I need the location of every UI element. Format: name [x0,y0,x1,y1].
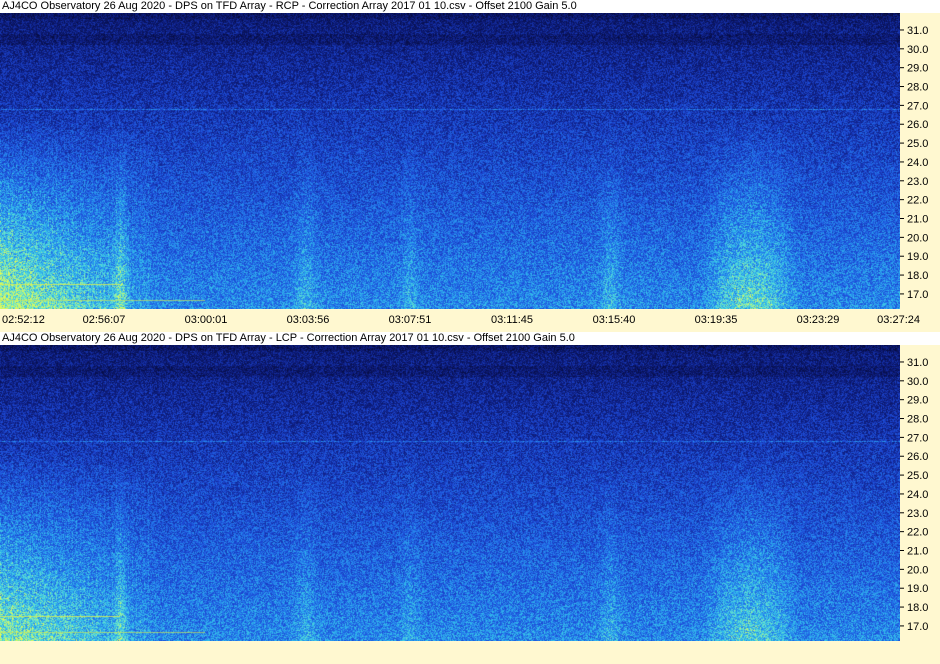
freq-tick-label: 20.0 [907,564,928,576]
freq-tick-label: 28.0 [907,414,928,426]
freq-tick-label: 20.0 [907,232,928,244]
time-tick-label: 03:07:51 [388,314,432,326]
time-tick-label: 03:27:24 [877,314,920,326]
freq-tick-label: 25.0 [907,138,928,150]
time-tick-label: 03:23:29 [796,314,840,326]
freq-tick-label: 27.0 [907,432,928,444]
freq-tick-label: 29.0 [907,395,928,407]
lcp-spectrogram [0,345,900,641]
freq-tick-label: 26.0 [907,119,928,131]
freq-tick-label: 21.0 [907,214,928,226]
freq-tick-label: 18.0 [907,270,928,282]
time-tick-label: 03:11:45 [490,314,534,326]
freq-tick-label: 31.0 [907,357,928,369]
lcp-frequency-axis: 31.0 30.0 29.0 28.0 27.0 26.0 25.0 24.0 23.0 22.0… [900,345,940,641]
time-tick-label: 02:52:12 [2,314,45,326]
bottom-strip [0,642,940,664]
freq-tick-label: 17.0 [907,289,928,301]
freq-tick-label: 17.0 [907,621,928,633]
freq-tick-label: 30.0 [907,44,928,56]
time-tick-label: 03:15:40 [592,314,636,326]
freq-tick-label: 31.0 [907,25,928,37]
freq-tick-label: 22.0 [907,527,928,539]
freq-tick-label: 23.0 [907,176,928,188]
freq-tick-label: 19.0 [907,583,928,595]
freq-tick-label: 18.0 [907,602,928,614]
time-tick-label: 02:56:07 [82,314,126,326]
freq-tick-label: 22.0 [907,195,928,207]
freq-tick-label: 24.0 [907,157,928,169]
freq-tick-label: 28.0 [907,82,928,94]
rcp-spectrogram [0,13,900,309]
rcp-panel-title: AJ4CO Observatory 26 Aug 2020 - DPS on T… [0,0,940,13]
freq-tick-label: 25.0 [907,470,928,482]
freq-tick-label: 23.0 [907,508,928,520]
freq-tick-label: 27.0 [907,100,928,112]
freq-tick-label: 24.0 [907,489,928,501]
freq-tick-label: 19.0 [907,251,928,263]
time-axis: 02:52:12 02:56:07 03:00:01 03:03:56 03:07:51… [0,312,940,328]
freq-tick-label: 30.0 [907,376,928,388]
lcp-panel-title: AJ4CO Observatory 26 Aug 2020 - DPS on T… [0,332,940,345]
time-tick-label: 03:03:56 [286,314,330,326]
rcp-frequency-axis: 31.0 30.0 29.0 28.0 27.0 26.0 25.0 24.0 23.0 22.0… [900,13,940,309]
freq-tick-label: 26.0 [907,451,928,463]
freq-tick-label: 29.0 [907,63,928,75]
time-tick-label: 03:00:01 [184,314,228,326]
time-tick-label: 03:19:35 [694,314,738,326]
freq-tick-label: 21.0 [907,546,928,558]
